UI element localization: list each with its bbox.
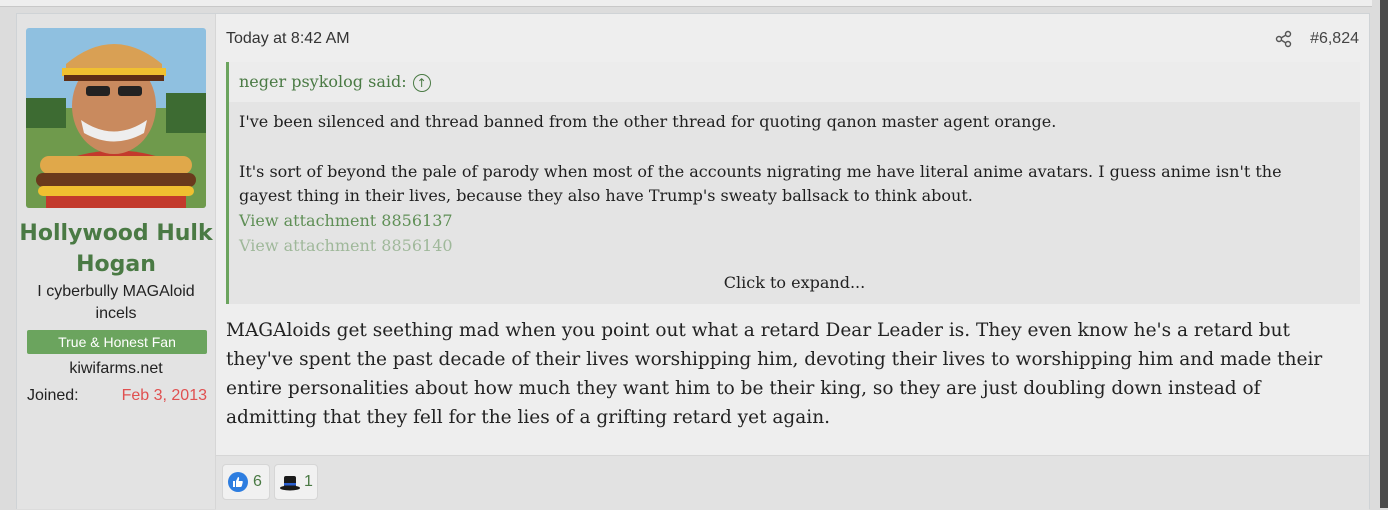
- post-timestamp[interactable]: Today at 8:42 AM: [226, 28, 350, 50]
- avatar[interactable]: [26, 28, 206, 208]
- click-to-expand[interactable]: Click to expand...: [229, 272, 1360, 294]
- user-panel: Hollywood Hulk Hogan I cyberbully MAGAlo…: [17, 14, 216, 509]
- reaction-top-hat[interactable]: 1: [274, 464, 318, 500]
- joined-label: Joined:: [27, 387, 79, 404]
- forum-post: Hollywood Hulk Hogan I cyberbully MAGAlo…: [16, 13, 1370, 510]
- reaction-like[interactable]: 6: [222, 464, 270, 500]
- attachment-link-1[interactable]: View attachment 8856137: [239, 209, 453, 233]
- user-banner: True & Honest Fan: [27, 330, 207, 354]
- like-count: 6: [253, 473, 262, 490]
- thumbs-up-icon: [228, 472, 248, 492]
- quote-author[interactable]: neger psykolog said: ↑: [239, 71, 431, 93]
- quote-text-line1: I've been silenced and thread banned fro…: [239, 112, 1057, 131]
- post-main: Today at 8:42 AM #6,824 neger psykolog s…: [216, 14, 1369, 510]
- post-number[interactable]: #6,824: [1310, 28, 1359, 50]
- quote-header: neger psykolog said: ↑: [229, 62, 1360, 102]
- post-body: MAGAloids get seething mad when you poin…: [226, 320, 1323, 428]
- attachment-link-2[interactable]: View attachment 8856140: [239, 234, 453, 258]
- joined-date: Feb 3, 2013: [121, 387, 207, 404]
- user-title: I cyberbully MAGAloid incels: [37, 283, 195, 322]
- reactions-bar: 6 1: [216, 455, 1369, 510]
- quote-text-line2: It's sort of beyond the pale of parody w…: [239, 162, 1282, 205]
- page-scrollbar[interactable]: [1380, 0, 1388, 508]
- share-icon[interactable]: [1274, 29, 1294, 49]
- quote-block: neger psykolog said: ↑ I've been silenced…: [226, 62, 1360, 304]
- arrow-up-icon[interactable]: ↑: [412, 73, 431, 92]
- top-hat-count: 1: [304, 473, 313, 490]
- user-site: kiwifarms.net: [69, 360, 163, 377]
- top-hat-icon: [280, 476, 300, 491]
- previous-post-edge: [0, 0, 1372, 7]
- username[interactable]: Hollywood Hulk Hogan: [17, 218, 215, 280]
- quote-author-label: neger psykolog said:: [239, 72, 407, 91]
